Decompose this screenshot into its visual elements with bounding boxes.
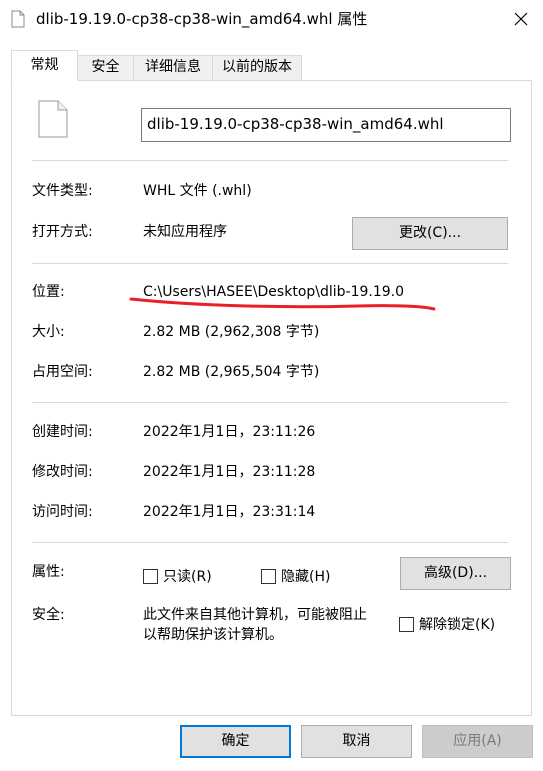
created-label: 创建时间: (32, 424, 93, 440)
created-value: 2022年1月1日，23:11:26 (143, 424, 316, 440)
cancel-button[interactable]: 取消 (301, 725, 412, 758)
hidden-checkbox-box[interactable] (261, 568, 276, 584)
security-label: 安全: (32, 607, 65, 623)
advanced-button[interactable]: 高级(D)... (400, 557, 511, 590)
readonly-checkbox-box[interactable] (143, 568, 158, 584)
file-type-value: WHL 文件 (.whl) (143, 183, 252, 199)
hidden-checkbox[interactable]: 隐藏(H) (261, 566, 330, 586)
accessed-value: 2022年1月1日，23:31:14 (143, 504, 316, 520)
size-value: 2.82 MB (2,962,308 字节) (143, 324, 320, 340)
red-underline-annotation (129, 297, 436, 311)
title-bar: dlib-19.19.0-cp38-cp38-win_amd64.whl 属性 (0, 0, 543, 40)
attributes-label: 属性: (32, 564, 65, 580)
change-button[interactable]: 更改(C)... (352, 217, 508, 250)
document-icon (38, 100, 68, 138)
tab-general[interactable]: 常规 (11, 50, 78, 81)
modified-value: 2022年1月1日，23:11:28 (143, 464, 316, 480)
readonly-checkbox-label: 只读(R) (163, 569, 212, 585)
apply-button[interactable]: 应用(A) (422, 725, 533, 758)
readonly-checkbox[interactable]: 只读(R) (143, 566, 212, 586)
ok-button[interactable]: 确定 (180, 725, 291, 758)
tab-strip: 常规 安全 详细信息 以前的版本 (0, 50, 543, 81)
location-label: 位置: (32, 284, 65, 300)
file-type-label: 文件类型: (32, 183, 93, 199)
file-icon (11, 10, 25, 28)
unblock-checkbox-label: 解除锁定(K) (419, 617, 496, 633)
hidden-checkbox-label: 隐藏(H) (281, 569, 331, 585)
size-label: 大小: (32, 324, 65, 340)
opens-with-label: 打开方式: (32, 224, 93, 240)
tab-previous-versions[interactable]: 以前的版本 (212, 55, 302, 80)
unblock-checkbox-box[interactable] (399, 616, 414, 632)
unblock-checkbox[interactable]: 解除锁定(K) (399, 614, 495, 634)
size-on-disk-label: 占用空间: (32, 364, 93, 380)
opens-with-value: 未知应用程序 (143, 224, 227, 240)
security-text-line2: 以帮助保护该计算机。 (143, 627, 283, 643)
separator (32, 542, 508, 543)
file-name-field[interactable]: dlib-19.19.0-cp38-cp38-win_amd64.whl (141, 108, 511, 142)
window-title: dlib-19.19.0-cp38-cp38-win_amd64.whl 属性 (36, 10, 368, 28)
size-on-disk-value: 2.82 MB (2,965,504 字节) (143, 364, 320, 380)
tab-details[interactable]: 详细信息 (133, 55, 213, 80)
accessed-label: 访问时间: (32, 504, 93, 520)
separator (32, 402, 508, 403)
security-text-line1: 此文件来自其他计算机，可能被阻止 (143, 607, 367, 623)
tab-security[interactable]: 安全 (77, 55, 134, 80)
separator (32, 160, 508, 161)
close-icon (514, 12, 527, 26)
separator (32, 263, 508, 264)
close-button[interactable] (498, 0, 543, 38)
modified-label: 修改时间: (32, 464, 93, 480)
